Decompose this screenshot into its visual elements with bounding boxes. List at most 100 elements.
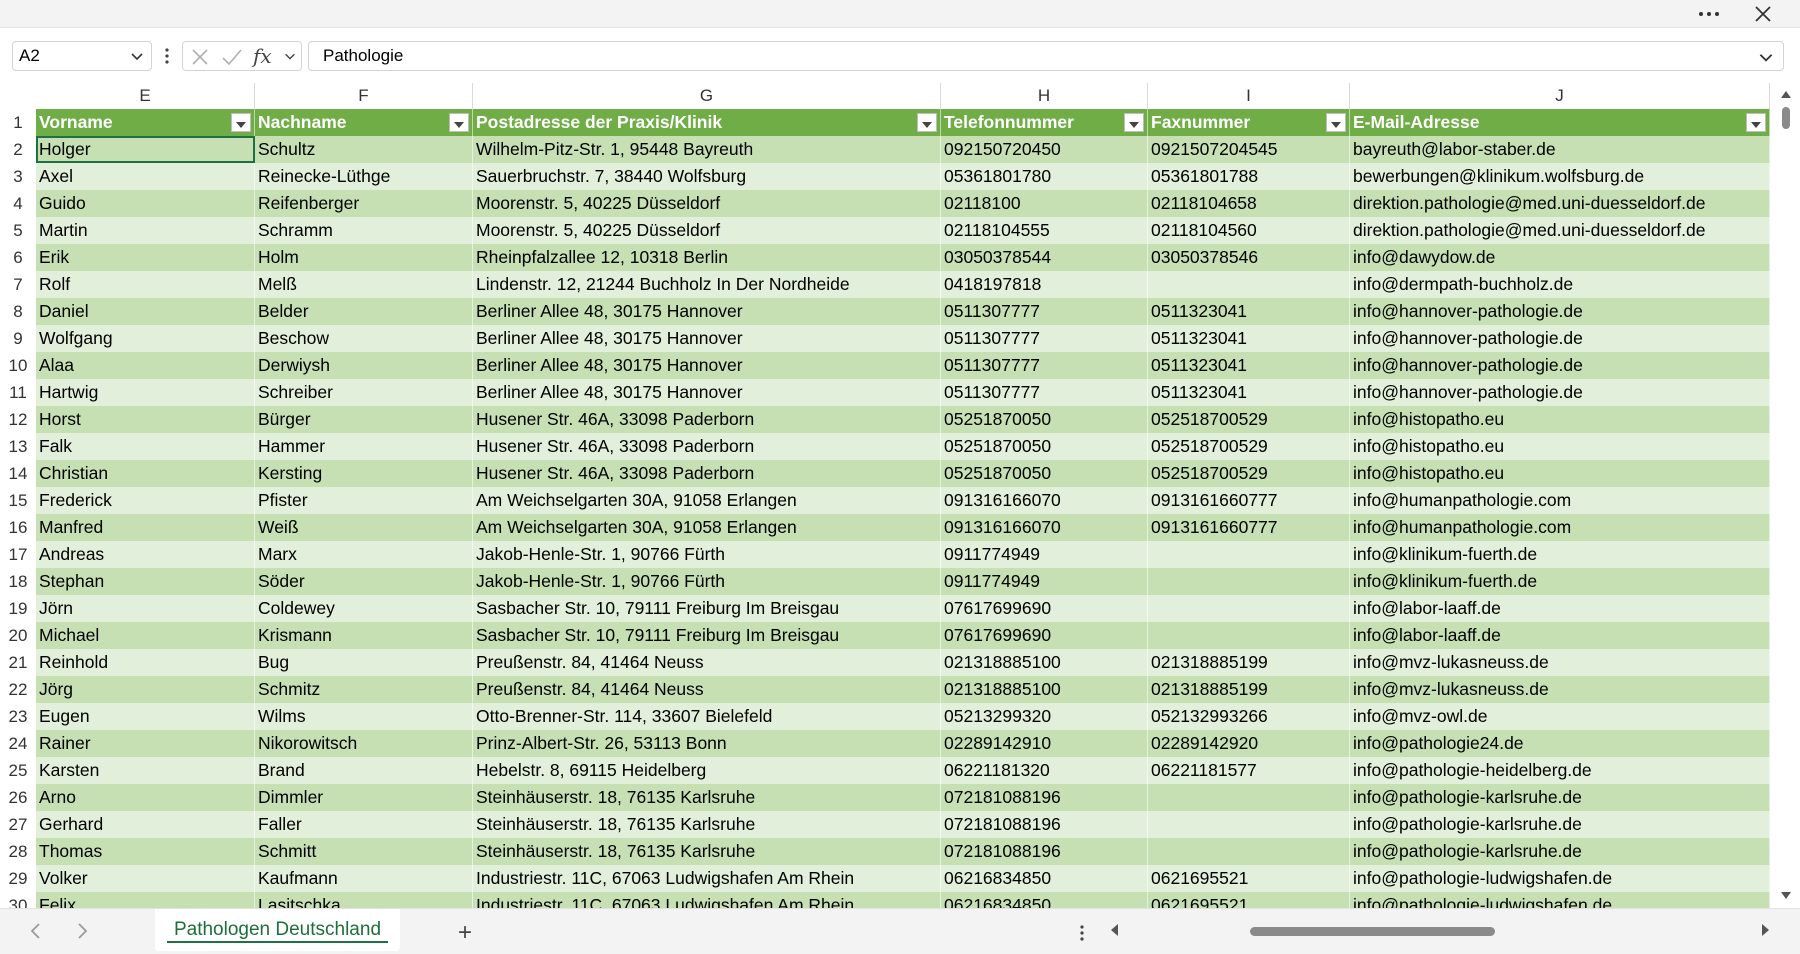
table-cell[interactable]: Jakob-Henle-Str. 1, 90766 Fürth — [473, 568, 941, 595]
table-cell[interactable]: info@pathologie-heidelberg.de — [1350, 757, 1770, 784]
table-cell[interactable]: info@hannover-pathologie.de — [1350, 298, 1770, 325]
table-cell[interactable]: 07617699690 — [941, 622, 1148, 649]
table-cell[interactable]: 021318885199 — [1148, 676, 1350, 703]
table-cell[interactable]: 0418197818 — [941, 271, 1148, 298]
chevron-right-icon[interactable] — [74, 921, 90, 941]
table-cell[interactable]: Michael — [36, 622, 255, 649]
table-cell[interactable]: info@klinikum-fuerth.de — [1350, 568, 1770, 595]
row-number[interactable]: 2 — [0, 136, 36, 163]
table-cell[interactable]: Lindenstr. 12, 21244 Buchholz In Der Nor… — [473, 271, 941, 298]
table-cell[interactable]: 021318885100 — [941, 676, 1148, 703]
table-cell[interactable]: Industriestr. 11C, 67063 Ludwigshafen Am… — [473, 892, 941, 908]
table-cell[interactable]: 03050378544 — [941, 244, 1148, 271]
table-cell[interactable]: 05361801780 — [941, 163, 1148, 190]
table-cell[interactable]: 091316166070 — [941, 514, 1148, 541]
table-cell[interactable]: info@hannover-pathologie.de — [1350, 379, 1770, 406]
table-cell[interactable]: info@histopatho.eu — [1350, 406, 1770, 433]
column-header-2[interactable]: G — [473, 83, 941, 109]
table-cell[interactable]: info@humanpathologie.com — [1350, 487, 1770, 514]
row-number[interactable]: 7 — [0, 271, 36, 298]
scroll-down-icon[interactable] — [1780, 891, 1792, 901]
table-cell[interactable]: Thomas — [36, 838, 255, 865]
table-cell[interactable]: Steinhäuserstr. 18, 76135 Karlsruhe — [473, 811, 941, 838]
table-cell[interactable]: 0511323041 — [1148, 352, 1350, 379]
row-number[interactable]: 11 — [0, 379, 36, 406]
table-cell[interactable]: Husener Str. 46A, 33098 Paderborn — [473, 433, 941, 460]
table-cell[interactable]: 0911774949 — [941, 541, 1148, 568]
table-cell[interactable]: 05213299320 — [941, 703, 1148, 730]
row-number[interactable]: 5 — [0, 217, 36, 244]
table-cell[interactable]: Steinhäuserstr. 18, 76135 Karlsruhe — [473, 784, 941, 811]
row-number[interactable]: 23 — [0, 703, 36, 730]
table-cell[interactable]: 052518700529 — [1148, 460, 1350, 487]
scroll-up-icon[interactable] — [1780, 89, 1792, 99]
table-cell[interactable]: Manfred — [36, 514, 255, 541]
table-cell[interactable]: Husener Str. 46A, 33098 Paderborn — [473, 406, 941, 433]
worksheet-grid[interactable]: E F G H I J 1 Vorname Nachname Postadresse der Pr… — [0, 83, 1770, 908]
table-cell[interactable]: Dimmler — [255, 784, 473, 811]
table-cell[interactable]: info@histopatho.eu — [1350, 460, 1770, 487]
table-cell[interactable]: Preußenstr. 84, 41464 Neuss — [473, 649, 941, 676]
table-cell[interactable]: info@histopatho.eu — [1350, 433, 1770, 460]
table-cell[interactable]: info@hannover-pathologie.de — [1350, 325, 1770, 352]
table-cell[interactable]: Beschow — [255, 325, 473, 352]
vertical-scroll-thumb[interactable] — [1782, 107, 1790, 129]
table-cell[interactable]: 052132993266 — [1148, 703, 1350, 730]
table-cell[interactable]: Christian — [36, 460, 255, 487]
table-cell[interactable]: Jörg — [36, 676, 255, 703]
row-number[interactable]: 15 — [0, 487, 36, 514]
table-cell[interactable]: Melß — [255, 271, 473, 298]
header-cell[interactable]: Postadresse der Praxis/Klinik — [473, 109, 941, 136]
row-number[interactable]: 20 — [0, 622, 36, 649]
table-cell[interactable]: bayreuth@labor-staber.de — [1350, 136, 1770, 163]
row-number[interactable]: 6 — [0, 244, 36, 271]
table-cell[interactable]: 0621695521 — [1148, 865, 1350, 892]
table-cell[interactable]: info@mvz-lukasneuss.de — [1350, 676, 1770, 703]
column-header-3[interactable]: H — [941, 83, 1148, 109]
table-cell[interactable]: 07617699690 — [941, 595, 1148, 622]
row-number[interactable]: 25 — [0, 757, 36, 784]
row-number[interactable]: 21 — [0, 649, 36, 676]
table-cell[interactable]: info@hannover-pathologie.de — [1350, 352, 1770, 379]
table-cell[interactable]: Derwiysh — [255, 352, 473, 379]
table-cell[interactable]: 0921507204545 — [1148, 136, 1350, 163]
table-cell[interactable]: bewerbungen@klinikum.wolfsburg.de — [1350, 163, 1770, 190]
table-cell[interactable]: Felix — [36, 892, 255, 908]
scroll-right-icon[interactable] — [1761, 923, 1771, 937]
table-cell[interactable]: Rolf — [36, 271, 255, 298]
table-cell[interactable]: info@pathologie-karlsruhe.de — [1350, 784, 1770, 811]
table-cell[interactable]: Kaufmann — [255, 865, 473, 892]
table-cell[interactable] — [1148, 271, 1350, 298]
table-cell[interactable]: Wolfgang — [36, 325, 255, 352]
table-cell[interactable]: 072181088196 — [941, 838, 1148, 865]
row-number[interactable]: 17 — [0, 541, 36, 568]
table-cell[interactable]: 0511307777 — [941, 352, 1148, 379]
table-cell[interactable]: Bürger — [255, 406, 473, 433]
table-cell[interactable]: Stephan — [36, 568, 255, 595]
filter-dropdown-button[interactable] — [449, 113, 469, 132]
row-number[interactable]: 1 — [0, 109, 36, 136]
column-header-1[interactable]: F — [255, 83, 473, 109]
row-number[interactable]: 3 — [0, 163, 36, 190]
table-cell[interactable]: 02118100 — [941, 190, 1148, 217]
table-cell[interactable]: Rheinpfalzallee 12, 10318 Berlin — [473, 244, 941, 271]
row-number[interactable]: 9 — [0, 325, 36, 352]
formula-input[interactable]: Pathologie — [308, 41, 1784, 71]
table-cell[interactable]: 06216834850 — [941, 865, 1148, 892]
table-cell[interactable]: 0511307777 — [941, 325, 1148, 352]
table-cell[interactable]: Arno — [36, 784, 255, 811]
table-cell[interactable]: Berliner Allee 48, 30175 Hannover — [473, 325, 941, 352]
more-options-button[interactable] — [1692, 0, 1726, 28]
filter-dropdown-button[interactable] — [1124, 113, 1144, 132]
row-number[interactable]: 16 — [0, 514, 36, 541]
table-cell[interactable]: info@klinikum-fuerth.de — [1350, 541, 1770, 568]
table-cell[interactable]: Schreiber — [255, 379, 473, 406]
table-cell[interactable]: Hebelstr. 8, 69115 Heidelberg — [473, 757, 941, 784]
header-cell[interactable]: Telefonnummer — [941, 109, 1148, 136]
table-cell[interactable]: Guido — [36, 190, 255, 217]
table-cell[interactable]: Söder — [255, 568, 473, 595]
table-cell[interactable]: 05251870050 — [941, 460, 1148, 487]
table-cell[interactable]: info@mvz-owl.de — [1350, 703, 1770, 730]
table-cell[interactable]: 0511307777 — [941, 379, 1148, 406]
table-cell[interactable]: Daniel — [36, 298, 255, 325]
